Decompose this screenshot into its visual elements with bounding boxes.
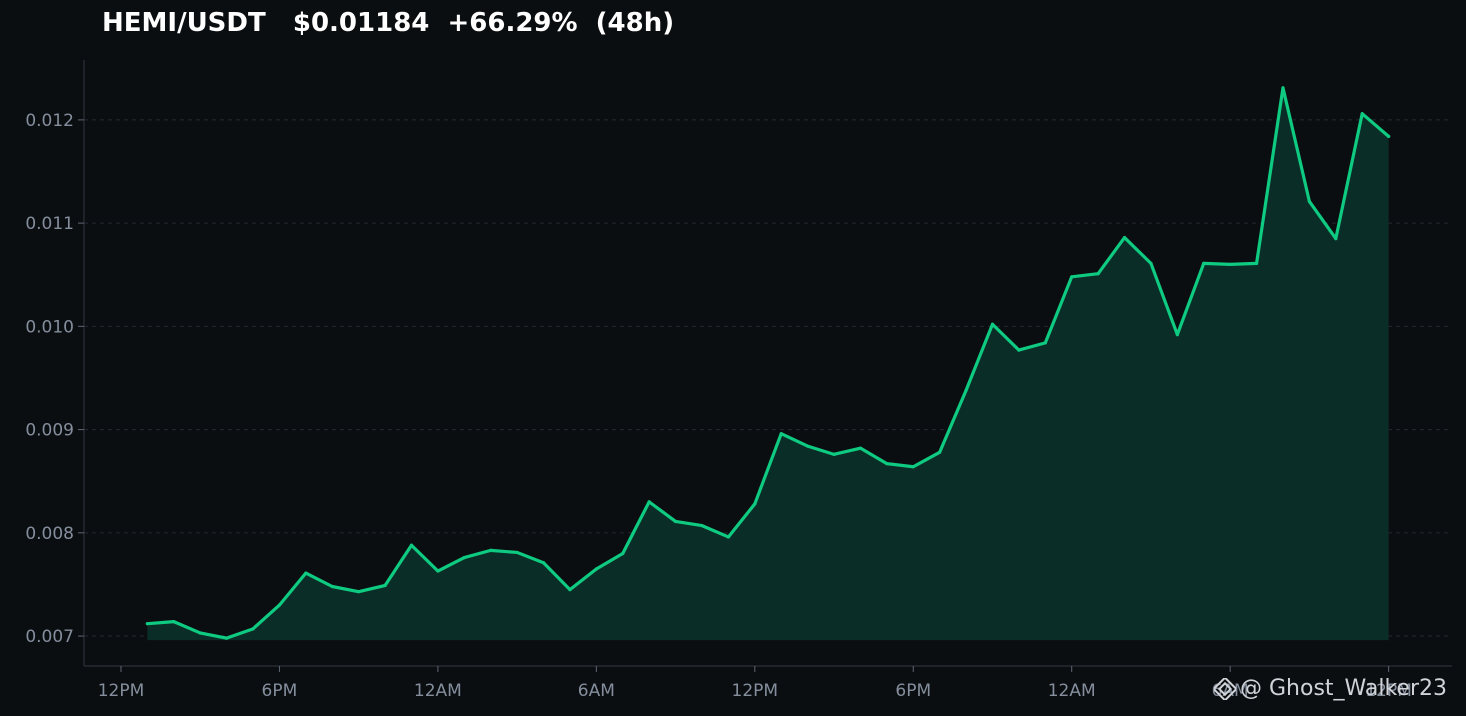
data-point xyxy=(806,444,810,448)
data-point xyxy=(172,620,176,624)
data-point xyxy=(964,388,968,392)
data-point xyxy=(858,446,863,450)
data-point xyxy=(1307,199,1311,204)
x-tick-label: 12AM xyxy=(1048,681,1096,701)
y-tick-label: 0.011 xyxy=(25,214,74,234)
data-point xyxy=(515,550,519,555)
x-tick-label: 12PM xyxy=(98,681,145,701)
data-point xyxy=(647,500,651,504)
data-point xyxy=(1043,341,1047,345)
watermark: @ Ghost_Walker23 xyxy=(1214,676,1447,701)
data-point xyxy=(1096,272,1100,276)
y-axis-ticks: 0.007 0.008 0.009 0.010 0.011 0.012 xyxy=(25,111,84,647)
data-point xyxy=(726,535,730,539)
y-tick-label: 0.008 xyxy=(25,524,74,544)
data-point xyxy=(1254,261,1259,265)
data-point xyxy=(1017,348,1021,352)
data-point xyxy=(1070,275,1074,279)
price-area xyxy=(147,87,1389,641)
data-point xyxy=(938,450,942,454)
data-point xyxy=(911,465,915,469)
data-point xyxy=(541,561,546,565)
data-point xyxy=(462,556,466,560)
data-point xyxy=(568,588,572,592)
data-point xyxy=(990,322,995,326)
y-tick-label: 0.010 xyxy=(25,317,74,337)
x-tick-label: 6PM xyxy=(262,681,298,701)
data-point xyxy=(1175,333,1179,337)
data-point xyxy=(1334,236,1338,241)
data-point xyxy=(1360,112,1364,116)
x-tick-label: 6PM xyxy=(895,681,931,701)
data-point xyxy=(594,567,598,571)
data-point xyxy=(1149,261,1153,265)
price-chart: 0.007 0.008 0.009 0.010 0.011 0.012 12PM 6PM 12… xyxy=(25,60,1452,701)
data-point xyxy=(832,452,836,456)
data-point xyxy=(383,583,387,588)
x-tick-label: 6AM xyxy=(578,681,615,701)
data-point xyxy=(357,590,361,594)
x-tick-label: 12AM xyxy=(414,681,462,701)
data-point xyxy=(1122,235,1127,240)
data-point xyxy=(885,462,889,466)
data-point xyxy=(436,569,440,573)
data-point xyxy=(1228,262,1232,267)
data-point xyxy=(1281,86,1285,90)
y-tick-label: 0.012 xyxy=(25,111,74,131)
data-point xyxy=(1202,261,1206,265)
data-point xyxy=(700,523,704,528)
x-tick-label: 12PM xyxy=(732,681,779,701)
data-point xyxy=(779,432,783,436)
data-point xyxy=(225,636,229,640)
data-point xyxy=(304,571,308,575)
data-point xyxy=(489,548,493,552)
y-tick-label: 0.007 xyxy=(25,627,74,647)
watermark-text: @ Ghost_Walker23 xyxy=(1240,676,1448,701)
price-area-fill xyxy=(147,87,1389,641)
y-tick-label: 0.009 xyxy=(25,421,74,441)
data-point xyxy=(251,627,255,631)
data-point xyxy=(145,622,149,626)
data-point xyxy=(198,631,202,635)
data-point xyxy=(673,519,678,524)
data-point xyxy=(409,543,414,547)
data-point xyxy=(330,584,334,589)
data-point xyxy=(1387,134,1391,138)
data-point xyxy=(277,603,282,607)
binance-logo-icon xyxy=(1214,677,1236,700)
data-point xyxy=(621,551,625,556)
data-point xyxy=(753,502,757,506)
